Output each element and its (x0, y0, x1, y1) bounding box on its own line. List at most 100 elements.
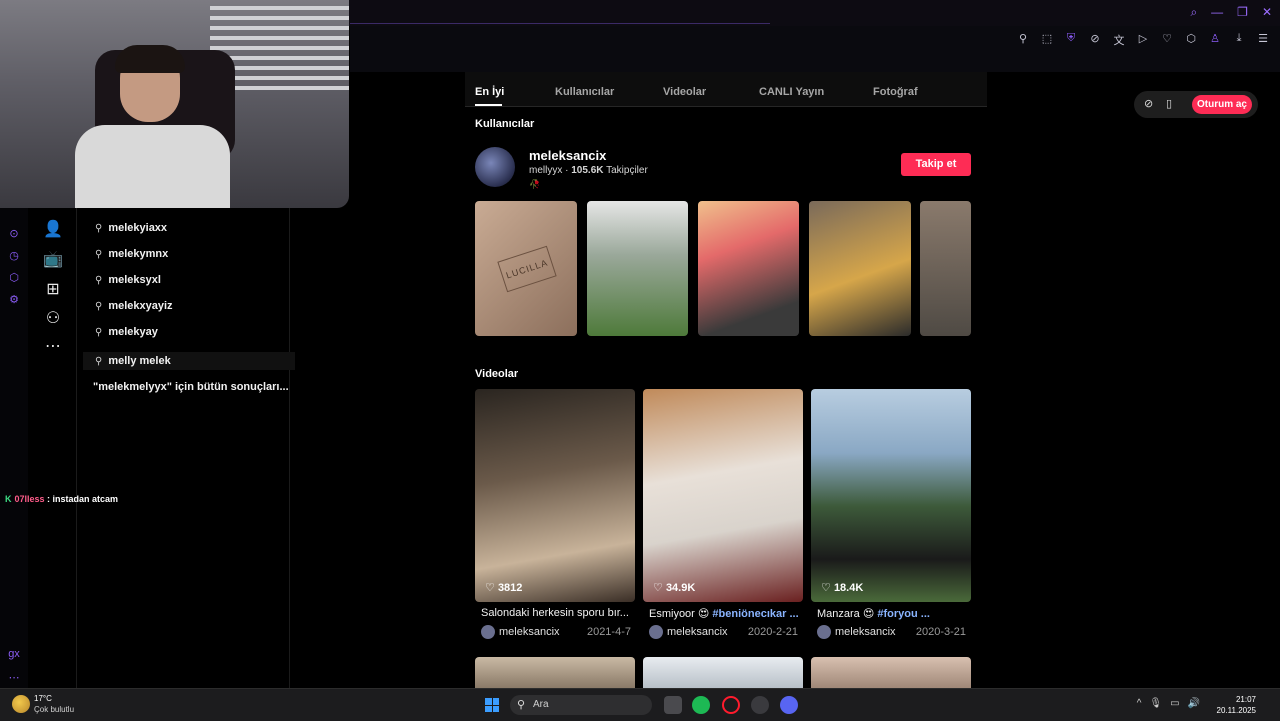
user-plus-icon[interactable]: 👤 (42, 219, 64, 241)
search-icon: ⚲ (95, 222, 103, 234)
user-photo-thumb[interactable] (920, 201, 971, 336)
search-icon: ⚲ (95, 355, 103, 367)
video-card[interactable] (811, 657, 971, 688)
pin-icon[interactable]: ⚲ (1016, 32, 1030, 48)
suggestion-item[interactable]: ⚲ meleksyxl (95, 274, 161, 286)
suggestion-item[interactable]: ⚲ melekxyayiz (95, 300, 173, 312)
display-icon[interactable]: ▭ (1170, 698, 1179, 709)
heart-icon[interactable]: ♡ (1160, 32, 1174, 48)
search-icon: ⚲ (95, 300, 103, 312)
search-icon: ⚲ (95, 274, 103, 286)
streamer-hair (115, 45, 185, 73)
tab-users[interactable]: Kullanıcılar (555, 86, 614, 98)
restore-icon[interactable]: ❐ (1237, 5, 1248, 20)
login-button[interactable]: Oturum aç (1192, 95, 1252, 114)
compass-icon[interactable]: ⊘ (1144, 97, 1153, 110)
cube-icon[interactable]: ⬡ (1184, 32, 1198, 48)
like-count: ♡ 18.4K (821, 582, 864, 594)
phone-icon[interactable]: ▯ (1166, 97, 1172, 110)
video-author[interactable]: meleksancix 2021-4-7 (481, 625, 631, 639)
shield-icon[interactable]: ⛨ (1064, 32, 1078, 48)
taskbar-search[interactable]: ⚲ Ara (510, 695, 652, 715)
chevron-up-icon[interactable]: ^ (1137, 698, 1142, 709)
more-icon[interactable]: ⋯ (42, 336, 64, 358)
video-author[interactable]: meleksancix 2020-2-21 (649, 625, 798, 639)
video-card[interactable]: ♡ 34.9K (643, 389, 803, 602)
user-photo-thumb[interactable] (809, 201, 911, 336)
play-icon[interactable]: ▷ (1136, 32, 1150, 48)
user-photo-thumb[interactable] (587, 201, 688, 336)
window-controls: ⌕ — ❐ ✕ (1190, 5, 1272, 20)
windows-start-icon[interactable] (485, 698, 499, 712)
avatar (817, 625, 831, 639)
gx-icon[interactable]: gx (7, 648, 21, 662)
suggestion-item[interactable]: ⚲ melekyiaxx (95, 222, 167, 234)
suggestion-item[interactable]: ⚲ melekyay (95, 326, 158, 338)
file-explorer-icon[interactable] (664, 696, 682, 714)
avatar (649, 625, 663, 639)
webcam-overlay (0, 0, 349, 208)
follow-button[interactable]: Takip et (901, 153, 971, 176)
user-photo-thumb[interactable] (698, 201, 799, 336)
menu-icon[interactable]: ☰ (1256, 32, 1270, 48)
vpn-icon[interactable]: ♙ (1208, 32, 1222, 48)
avatar[interactable] (475, 147, 515, 187)
search-suggestions: ⚲ melekyiaxx ⚲ melekymnx ⚲ meleksyxl ⚲ melek… (77, 200, 295, 688)
tab-top[interactable]: En İyi (475, 86, 504, 98)
weather-text: Çok bulutlu (34, 705, 75, 714)
live-icon[interactable]: 📺 (42, 249, 64, 271)
profile-icon[interactable]: ⚇ (42, 308, 64, 330)
tab-photo[interactable]: Fotoğraf (873, 86, 918, 98)
video-title[interactable]: Esmiyoor 😍 #beniönecıkar ... (649, 607, 809, 620)
search-icon: ⚲ (95, 326, 103, 338)
clock[interactable]: 21:07 20.11.2025 (1217, 694, 1256, 716)
heart-icon: ♡ (821, 582, 831, 594)
suggestion-item-hover[interactable]: ⚲ melly melek (83, 352, 295, 370)
volume-icon[interactable]: 🔊 (1188, 698, 1200, 709)
obs-icon[interactable] (751, 696, 769, 714)
chat-message: K 07lless : instadan atcam (5, 494, 119, 504)
tab-videos[interactable]: Videolar (663, 86, 706, 98)
close-icon[interactable]: ✕ (1262, 5, 1272, 20)
streamer-shirt (75, 125, 230, 208)
search-icon[interactable]: ⌕ (1190, 5, 1197, 20)
history-icon[interactable]: ◷ (7, 249, 21, 263)
extensions-icon[interactable]: ⬡ (7, 271, 21, 285)
opera-gx-icon[interactable] (722, 696, 740, 714)
tab-underline (475, 104, 502, 106)
more-icon[interactable]: ⋯ (7, 671, 21, 685)
spotify-icon[interactable] (692, 696, 710, 714)
suggestion-item[interactable]: ⚲ melekymnx (95, 248, 168, 260)
video-card[interactable] (475, 657, 635, 688)
heart-icon: ♡ (485, 582, 495, 594)
video-author[interactable]: meleksancix 2020-3-21 (817, 625, 966, 639)
kick-icon: K (5, 494, 12, 504)
upload-icon[interactable]: ⊞ (42, 279, 64, 301)
like-count: ♡ 3812 (485, 582, 523, 594)
player-icon[interactable]: ⊙ (7, 227, 21, 241)
user-name[interactable]: meleksancix (529, 148, 606, 163)
weather-icon[interactable] (12, 695, 30, 713)
user-photo-thumb[interactable]: LUCILLA (475, 201, 577, 336)
tab-live[interactable]: CANLI Yayın (759, 86, 824, 98)
translate-icon[interactable]: 文 (1112, 32, 1126, 48)
video-title[interactable]: Manzara 😍 #foryou ... (817, 607, 977, 620)
titlebar-divider (350, 23, 770, 24)
extension-icons: ⚲ ⬚ ⛨ ⊘ 文 ▷ ♡ ⬡ ♙ ⤓ ☰ (1016, 32, 1270, 48)
window-blind (210, 16, 349, 20)
taskbar: 17°C Çok bulutlu ⚲ Ara ^ 🎙 ▭ 🔊 21:07 20.… (0, 688, 1280, 721)
video-card[interactable]: ♡ 3812 (475, 389, 635, 602)
download-icon[interactable]: ⤓ (1232, 32, 1246, 48)
system-tray: ^ 🎙 ▭ 🔊 (1137, 698, 1200, 709)
video-card[interactable]: ♡ 18.4K (811, 389, 971, 602)
all-results-link[interactable]: "melekmelyyx" için bütün sonuçları... (93, 381, 289, 393)
minimize-icon[interactable]: — (1211, 5, 1223, 20)
video-title[interactable]: Salondaki herkesin sporu bır... (481, 607, 641, 619)
discord-icon[interactable] (780, 696, 798, 714)
no-eye-icon[interactable]: ⊘ (1088, 32, 1102, 48)
window-blind (210, 46, 349, 50)
video-card[interactable] (643, 657, 803, 688)
snapshot-icon[interactable]: ⬚ (1040, 32, 1054, 48)
mic-icon[interactable]: 🎙 (1149, 698, 1162, 709)
settings-icon[interactable]: ⚙ (7, 293, 21, 307)
